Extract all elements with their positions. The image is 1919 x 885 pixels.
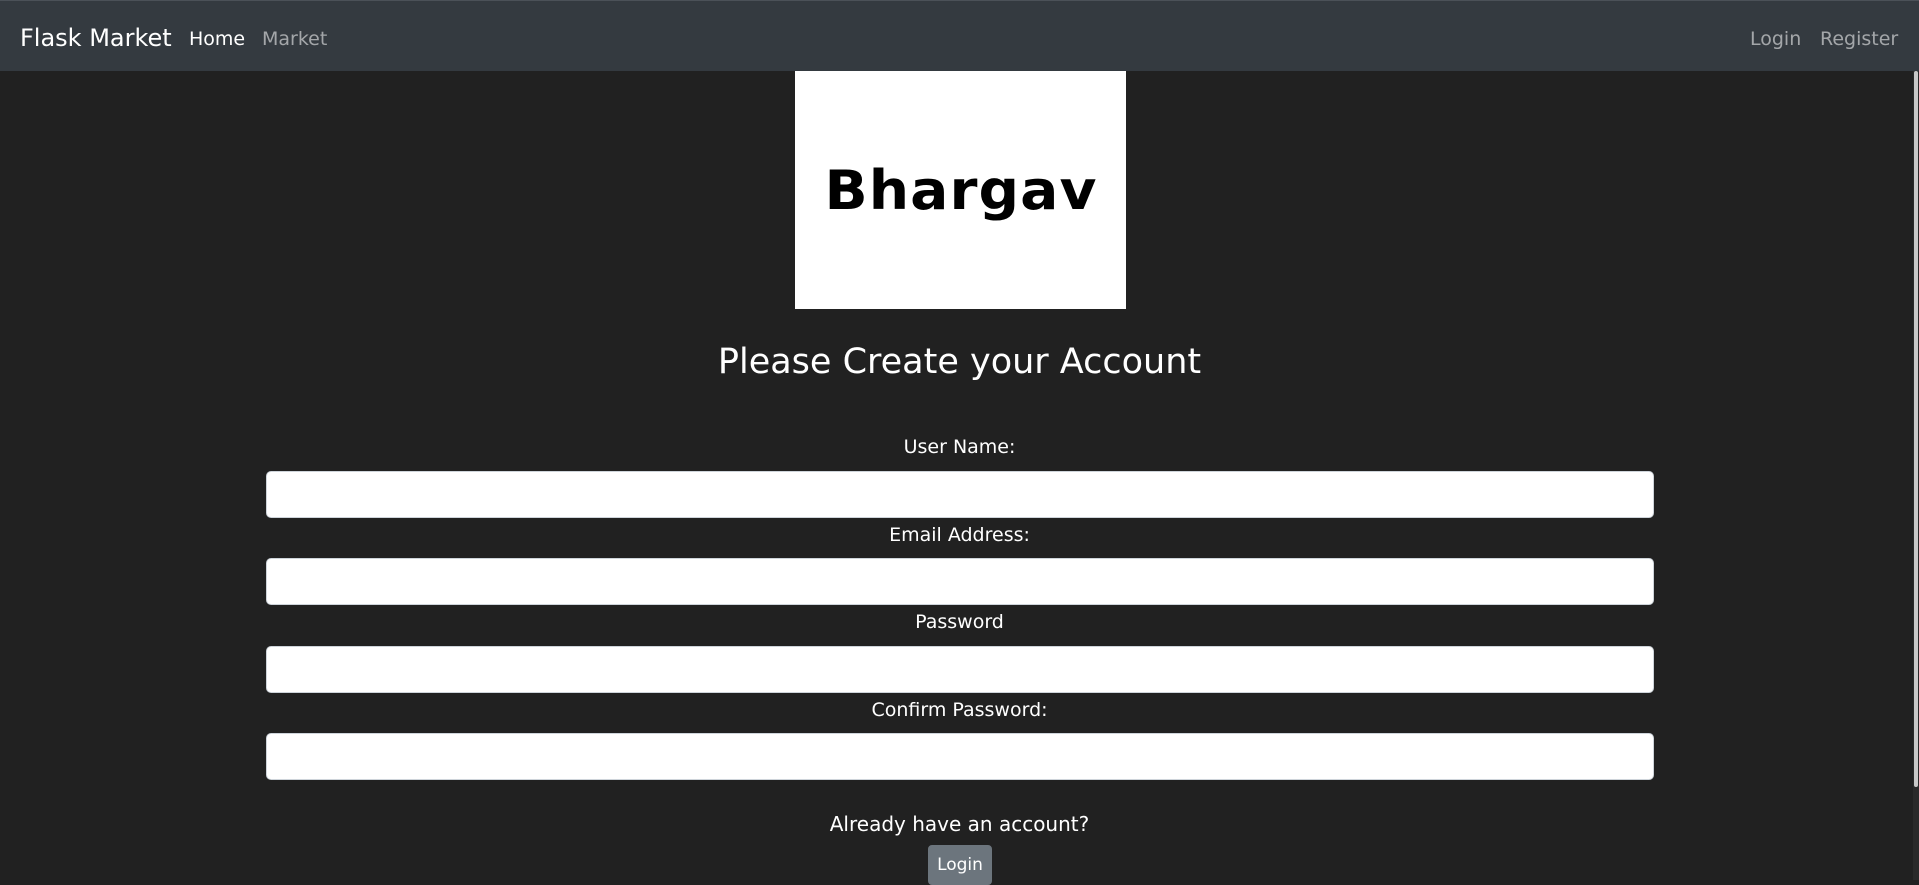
nav-market-link[interactable]: Market xyxy=(262,27,327,51)
username-input[interactable] xyxy=(266,471,1654,518)
username-label: User Name: xyxy=(903,436,1016,458)
confirm-password-label: Confirm Password: xyxy=(871,699,1048,721)
page-scrollbar-thumb[interactable] xyxy=(1914,71,1918,787)
logo-image: Bhargav xyxy=(795,71,1126,309)
email-input[interactable] xyxy=(266,558,1654,605)
login-button[interactable]: Login xyxy=(928,845,992,885)
nav-home-link[interactable]: Home xyxy=(189,27,245,51)
password-label: Password xyxy=(915,611,1004,633)
brand-link[interactable]: Flask Market xyxy=(20,23,172,53)
page-title: Please Create your Account xyxy=(717,342,1202,382)
confirm-password-input[interactable] xyxy=(266,733,1654,780)
email-label: Email Address: xyxy=(889,524,1030,546)
password-input[interactable] xyxy=(266,646,1654,693)
logo-wordmark: Bhargav xyxy=(824,158,1097,222)
top-navbar: Flask Market Home Market Login Register xyxy=(0,0,1919,71)
nav-register-link[interactable]: Register xyxy=(1820,27,1898,51)
nav-login-link[interactable]: Login xyxy=(1750,27,1801,51)
already-have-account-text: Already have an account? xyxy=(829,812,1090,836)
